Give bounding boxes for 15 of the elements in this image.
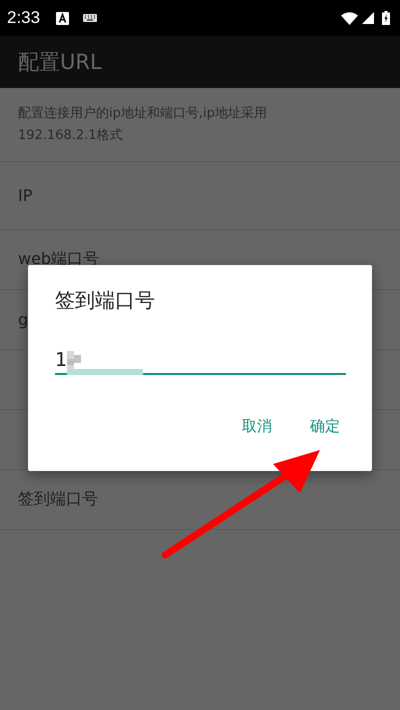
signal-icon [362, 12, 374, 24]
preference-summary: 配置连接用户的ip地址和端口号,ip地址采用192.168.2.1格式 [18, 104, 268, 144]
battery-charging-icon [382, 11, 390, 25]
preference-item[interactable]: IP [18, 186, 32, 205]
dialog-button[interactable]: 取消 [236, 411, 278, 442]
dialog-button[interactable]: 确定 [304, 411, 346, 442]
preference-item[interactable]: 签到端口号 [18, 489, 98, 510]
screen-title: 配置URL [18, 49, 102, 76]
clock-time: 2:33 [7, 8, 40, 28]
dialog-title: 签到端口号 [55, 287, 156, 314]
preference-item[interactable]: g [18, 310, 28, 329]
text-a-icon [56, 12, 70, 24]
keyboard-icon [83, 14, 98, 22]
input-field[interactable]: 1 [55, 341, 346, 375]
wifi-icon [341, 12, 358, 24]
